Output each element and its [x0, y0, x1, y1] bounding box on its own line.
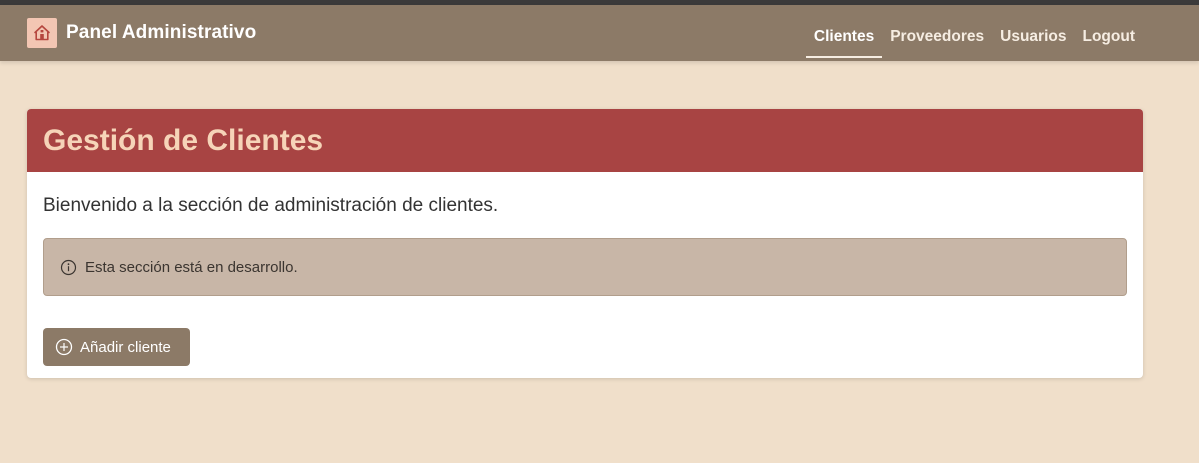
nav-link-clientes[interactable]: Clientes [805, 8, 883, 58]
brand-link[interactable]: Panel Administrativo [27, 18, 256, 48]
welcome-text: Bienvenido a la sección de administració… [43, 195, 499, 216]
card-body: Bienvenido a la sección de administració… [27, 172, 1143, 366]
clients-card: Gestión de Clientes Bienvenido a la secc… [27, 109, 1143, 378]
info-alert: Esta sección está en desarrollo. [43, 238, 1127, 296]
card-header: Gestión de Clientes [27, 109, 1143, 172]
page-title: Gestión de Clientes [43, 123, 324, 157]
add-client-button[interactable]: Añadir cliente [43, 328, 190, 366]
nav-links: Clientes Proveedores Usuarios Logout [805, 5, 1143, 61]
alert-text: Esta sección está en desarrollo. [85, 258, 298, 276]
add-client-label: Añadir cliente [80, 338, 171, 356]
brand-title: Panel Administrativo [66, 22, 257, 43]
navbar: Panel Administrativo Clientes Proveedore… [0, 5, 1199, 61]
nav-link-usuarios[interactable]: Usuarios [992, 8, 1074, 58]
info-circle-icon [60, 259, 77, 276]
home-icon [27, 18, 57, 48]
nav-link-logout[interactable]: Logout [1074, 8, 1143, 58]
nav-link-proveedores[interactable]: Proveedores [882, 8, 992, 58]
plus-circle-icon [55, 338, 73, 356]
